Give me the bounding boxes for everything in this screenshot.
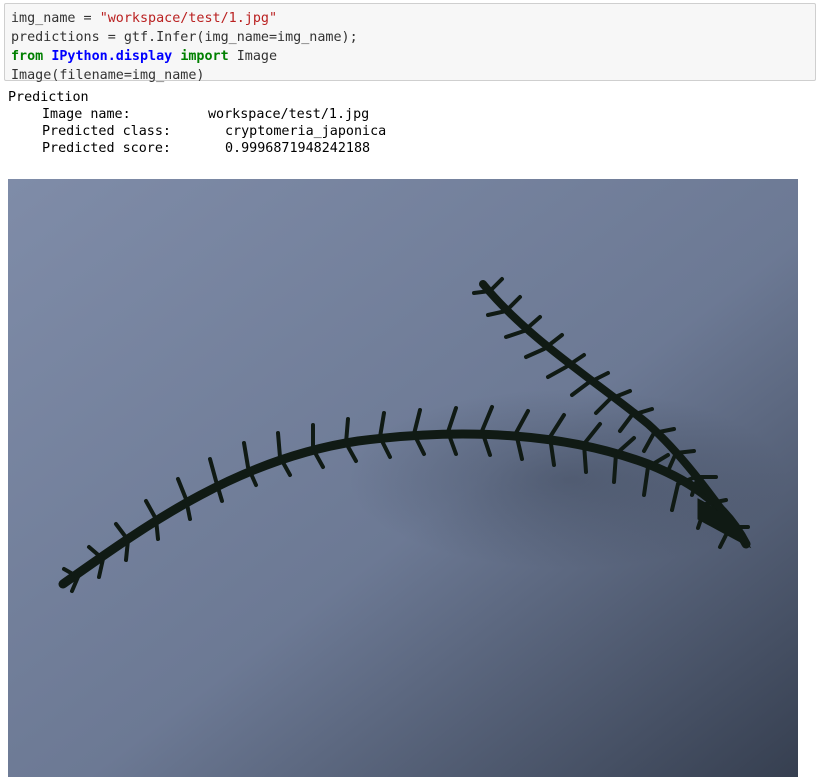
output-row-predicted-score: Predicted score: 0.9996871948242188 xyxy=(8,140,386,157)
code-line-4: Image(filename=img_name) xyxy=(11,68,205,83)
output-row-predicted-class: Predicted class: cryptomeria_japonica xyxy=(8,123,386,140)
output-value: workspace/test/1.jpg xyxy=(208,107,370,122)
output-label: Predicted score: xyxy=(42,141,171,156)
code-cell[interactable]: img_name = "workspace/test/1.jpg" predic… xyxy=(4,3,816,83)
output-label: Predicted class: xyxy=(42,124,171,139)
code-line-1: img_name = "workspace/test/1.jpg" xyxy=(11,11,278,26)
code-line-3: from IPython.display import Image xyxy=(11,49,278,64)
output-value: 0.9996871948242188 xyxy=(225,141,371,156)
output-value: cryptomeria_japonica xyxy=(225,124,387,139)
output-row-image-name: Image name: workspace/test/1.jpg xyxy=(8,106,386,123)
cell-output: Prediction Image name: workspace/test/1.j… xyxy=(8,89,386,157)
output-label: Image name: xyxy=(42,107,131,122)
output-heading: Prediction xyxy=(8,90,89,105)
code-line-2: predictions = gtf.Infer(img_name=img_nam… xyxy=(11,30,358,45)
output-image xyxy=(8,179,798,777)
leaf-photo xyxy=(8,179,798,777)
